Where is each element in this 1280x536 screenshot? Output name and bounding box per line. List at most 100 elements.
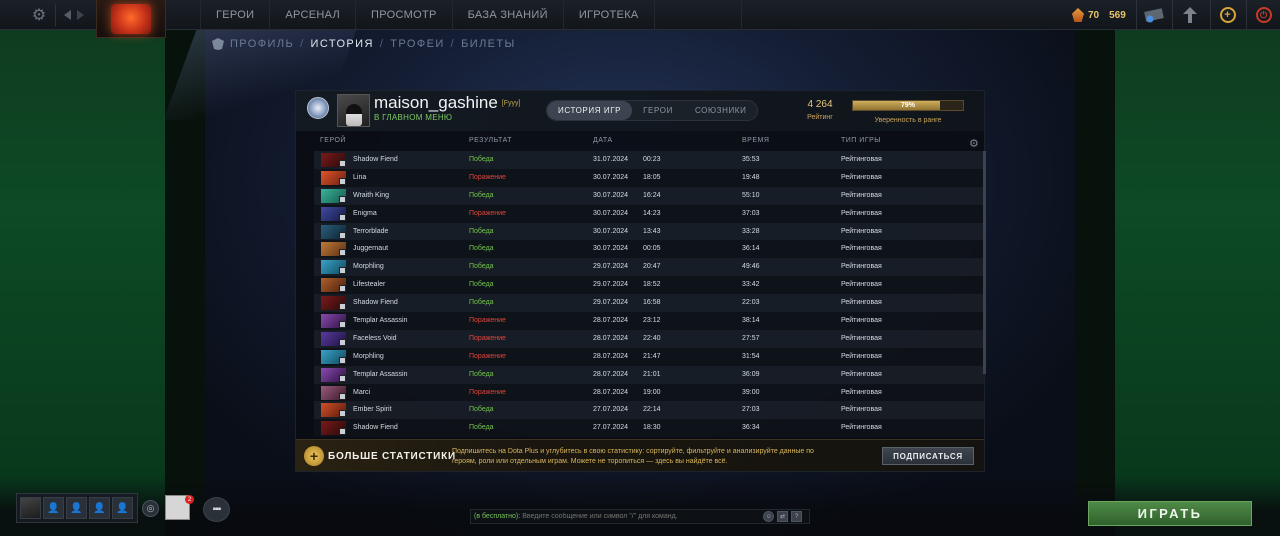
play-button[interactable]: ИГРАТЬ bbox=[1088, 501, 1252, 526]
col-game-type[interactable]: ТИП ИГРЫ bbox=[841, 137, 881, 144]
party-slot-empty[interactable]: 👤 bbox=[112, 497, 133, 519]
voice-headset-icon[interactable]: ◎ bbox=[142, 500, 159, 517]
dota-plus-button[interactable]: + bbox=[1210, 0, 1244, 30]
match-date: 28.07.2024 bbox=[593, 317, 629, 325]
hero-name: Wraith King bbox=[353, 191, 390, 199]
tab-allies[interactable]: СОЮЗНИКИ bbox=[684, 101, 757, 120]
table-row[interactable]: Juggernaut Победа 30.07.2024 00:05 36:14 Рейт… bbox=[314, 240, 984, 259]
col-hero[interactable]: ГЕРОЙ bbox=[320, 137, 346, 144]
table-row[interactable]: Shadow Fiend Победа 29.07.2024 16:58 22:03 Ре… bbox=[314, 294, 984, 313]
match-result: Победа bbox=[469, 299, 494, 307]
exit-button[interactable]: ⏻ bbox=[1246, 0, 1280, 30]
match-start-time: 19:00 bbox=[643, 388, 661, 396]
match-duration: 33:42 bbox=[742, 281, 760, 289]
game-type: Рейтинговая bbox=[841, 317, 882, 325]
table-row[interactable]: Ember Spirit Победа 27.07.2024 22:14 27:03 Ре… bbox=[314, 401, 984, 420]
chat-input[interactable] bbox=[522, 513, 761, 520]
subnav-trophies[interactable]: ТРОФЕИ bbox=[390, 38, 444, 50]
match-result: Победа bbox=[469, 370, 494, 378]
table-row[interactable]: Lina Поражение 30.07.2024 18:05 19:48 Рейтинг… bbox=[314, 168, 984, 187]
match-date: 28.07.2024 bbox=[593, 352, 629, 360]
history-tabs: ИСТОРИЯ ИГР ГЕРОИ СОЮЗНИКИ bbox=[546, 100, 759, 121]
currency-display[interactable]: 70 569 bbox=[1072, 0, 1126, 30]
match-start-time: 22:40 bbox=[643, 334, 661, 342]
match-duration: 36:34 bbox=[742, 424, 760, 432]
party-slot-empty[interactable]: 👤 bbox=[66, 497, 87, 519]
table-row[interactable]: Morphling Победа 29.07.2024 20:47 49:46 Рейти… bbox=[314, 258, 984, 277]
dota-logo-button[interactable] bbox=[96, 0, 166, 38]
tab-match-history[interactable]: ИСТОРИЯ ИГР bbox=[547, 101, 633, 120]
table-row[interactable]: Templar Assassin Поражение 28.07.2024 23:12… bbox=[314, 312, 984, 330]
col-result[interactable]: РЕЗУЛЬТАТ bbox=[469, 137, 512, 144]
table-row[interactable]: Enigma Поражение 30.07.2024 14:23 37:03 Рейти… bbox=[314, 204, 984, 223]
role-icon bbox=[339, 392, 346, 400]
mail-button[interactable] bbox=[1136, 0, 1170, 30]
rank-medal-icon[interactable] bbox=[303, 95, 333, 127]
emoji-icon[interactable]: ☺ bbox=[763, 511, 775, 522]
rank-confidence: 79% Уверенность в ранге bbox=[852, 100, 964, 124]
upgrade-button[interactable] bbox=[1172, 0, 1206, 30]
party-slot-empty[interactable]: 👤 bbox=[43, 497, 64, 519]
match-date: 27.07.2024 bbox=[593, 406, 629, 414]
match-duration: 36:14 bbox=[742, 245, 760, 253]
scrollbar[interactable] bbox=[983, 151, 986, 374]
background-right bbox=[1115, 30, 1280, 536]
nav-arcade[interactable]: ИГРОТЕКА bbox=[562, 0, 654, 30]
chat-toggle-button[interactable]: ▪▪▪ bbox=[203, 497, 230, 522]
subnav-profile[interactable]: ПРОФИЛЬ bbox=[230, 38, 294, 50]
hero-portrait bbox=[321, 403, 346, 418]
hero-name: Shadow Fiend bbox=[353, 424, 398, 432]
match-date: 28.07.2024 bbox=[593, 334, 629, 342]
table-row[interactable]: Shadow Fiend Победа 27.07.2024 18:30 36:34 Ре… bbox=[314, 419, 984, 438]
nav-heroes[interactable]: ГЕРОИ bbox=[200, 0, 269, 30]
table-row[interactable]: Templar Assassin Победа 28.07.2024 21:01 36:… bbox=[314, 365, 984, 384]
table-row[interactable]: Shadow Fiend Победа 31.07.2024 00:23 35:53 Ре… bbox=[314, 151, 984, 169]
match-date: 27.07.2024 bbox=[593, 424, 629, 432]
table-row[interactable]: Faceless Void Поражение 28.07.2024 22:40 27:… bbox=[314, 329, 984, 348]
hero-name: Enigma bbox=[353, 209, 377, 217]
avatar[interactable] bbox=[337, 94, 370, 127]
rating-block: 4 264 Рейтинг bbox=[796, 99, 844, 121]
match-duration: 39:00 bbox=[742, 388, 760, 396]
tab-heroes[interactable]: ГЕРОИ bbox=[632, 101, 684, 120]
table-row[interactable]: Lifestealer Победа 29.07.2024 18:52 33:42 Рей… bbox=[314, 276, 984, 295]
match-start-time: 23:12 bbox=[643, 317, 661, 325]
nav-learn[interactable]: БАЗА ЗНАНИЙ bbox=[451, 0, 563, 30]
help-icon[interactable]: ? bbox=[791, 511, 803, 522]
table-row[interactable]: Morphling Поражение 28.07.2024 21:47 31:54 Ре… bbox=[314, 347, 984, 366]
back-forward-icon[interactable] bbox=[60, 0, 88, 30]
match-date: 30.07.2024 bbox=[593, 245, 629, 253]
divider bbox=[55, 4, 56, 26]
hero-portrait bbox=[321, 367, 346, 382]
col-date[interactable]: ДАТА bbox=[593, 137, 613, 144]
settings-gear-icon[interactable]: ⚙ bbox=[26, 0, 52, 30]
table-row[interactable]: Marci Поражение 28.07.2024 19:00 39:00 Рейтин… bbox=[314, 383, 984, 402]
match-duration: 38:14 bbox=[742, 317, 760, 325]
nav-armory[interactable]: АРСЕНАЛ bbox=[269, 0, 355, 30]
power-icon: ⏻ bbox=[1255, 7, 1272, 23]
hero-name: Ember Spirit bbox=[353, 406, 392, 414]
game-type: Рейтинговая bbox=[841, 156, 882, 163]
chat-channels-icon[interactable]: ⇄ bbox=[777, 511, 789, 522]
profile-subnav: ПРОФИЛЬ / ИСТОРИЯ / ТРОФЕИ / БИЛЕТЫ bbox=[212, 36, 516, 52]
party-slot-self[interactable] bbox=[20, 497, 41, 519]
match-duration: 49:46 bbox=[742, 263, 760, 271]
match-date: 29.07.2024 bbox=[593, 299, 629, 307]
hero-name: Faceless Void bbox=[353, 334, 397, 342]
table-settings-gear-icon[interactable]: ⚙ bbox=[969, 137, 979, 150]
gold-amount: 569 bbox=[1109, 9, 1126, 21]
table-row[interactable]: Wraith King Победа 30.07.2024 16:24 55:10 Рей… bbox=[314, 186, 984, 205]
match-start-time: 00:23 bbox=[643, 156, 661, 163]
subnav-history[interactable]: ИСТОРИЯ bbox=[311, 38, 374, 50]
col-duration[interactable]: ВРЕМЯ bbox=[742, 137, 769, 144]
subscribe-button[interactable]: ПОДПИСАТЬСЯ bbox=[882, 447, 974, 465]
hero-portrait bbox=[321, 314, 346, 329]
party-slot-empty[interactable]: 👤 bbox=[89, 497, 110, 519]
table-row[interactable]: Terrorblade Победа 30.07.2024 13:43 33:28 Рей… bbox=[314, 222, 984, 241]
chat-channel[interactable]: (в бесплатно): bbox=[474, 513, 520, 520]
nav-watch[interactable]: ПРОСМОТР bbox=[355, 0, 452, 30]
promo-text: Подпишитесь на Dota Plus и углубитесь в … bbox=[452, 448, 814, 465]
match-date: 30.07.2024 bbox=[593, 227, 629, 235]
subnav-tickets[interactable]: БИЛЕТЫ bbox=[461, 38, 516, 50]
match-duration: 27:03 bbox=[742, 406, 760, 414]
